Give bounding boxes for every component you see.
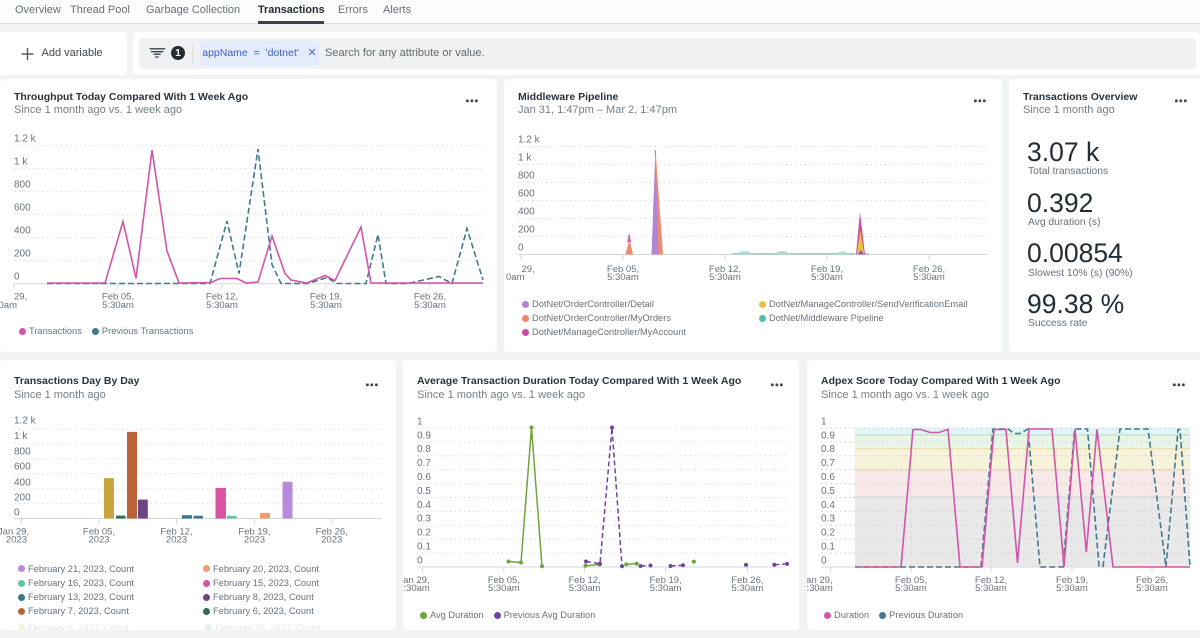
- svg-text:800: 800: [14, 447, 31, 458]
- svg-text:0: 0: [821, 555, 827, 566]
- svg-text:200: 200: [518, 224, 535, 235]
- svg-text:0am: 0am: [0, 300, 17, 311]
- svg-text:0.8: 0.8: [417, 444, 431, 455]
- svg-text:0.6: 0.6: [821, 472, 835, 483]
- svg-text:5:30am: 5:30am: [650, 583, 682, 594]
- svg-text:600: 600: [518, 188, 535, 199]
- svg-text:5:30am: 5:30am: [895, 583, 927, 594]
- svg-text:200: 200: [14, 493, 31, 504]
- svg-text:5:30am: 5:30am: [709, 272, 741, 283]
- svg-text:1 k: 1 k: [14, 156, 28, 167]
- svg-text:5:30am: 5:30am: [811, 272, 843, 283]
- svg-text:0.9: 0.9: [821, 430, 835, 441]
- svg-text:5:30am: 5:30am: [488, 583, 520, 594]
- svg-text:2023: 2023: [166, 535, 187, 546]
- svg-text:400: 400: [14, 225, 31, 236]
- svg-text:2023: 2023: [321, 535, 342, 546]
- svg-text:5:30am: 5:30am: [732, 583, 764, 594]
- svg-text:2023: 2023: [244, 535, 265, 546]
- svg-text:0.7: 0.7: [821, 458, 835, 469]
- svg-text:0.1: 0.1: [821, 542, 835, 553]
- svg-text:0: 0: [518, 242, 524, 253]
- svg-text:0.3: 0.3: [417, 514, 431, 525]
- svg-text:0.2: 0.2: [821, 528, 835, 539]
- svg-text:5:30am: 5:30am: [975, 583, 1007, 594]
- svg-text:0.7: 0.7: [417, 458, 431, 469]
- svg-text:1: 1: [417, 416, 423, 427]
- svg-text:0am: 0am: [506, 272, 525, 283]
- svg-text:5:30am: 5:30am: [310, 300, 342, 311]
- svg-text:800: 800: [518, 170, 535, 181]
- svg-text:5:30am: 5:30am: [102, 300, 134, 311]
- svg-text:5:30am: 5:30am: [1056, 583, 1088, 594]
- svg-text:5:30am: 5:30am: [607, 272, 639, 283]
- svg-text:0.1: 0.1: [417, 542, 431, 553]
- svg-text:600: 600: [14, 202, 31, 213]
- svg-text:0.4: 0.4: [821, 500, 835, 511]
- svg-text:0: 0: [14, 508, 20, 519]
- svg-text:5:30am: 5:30am: [569, 583, 601, 594]
- svg-text:1.2 k: 1.2 k: [14, 416, 37, 427]
- svg-text:1.2 k: 1.2 k: [518, 134, 541, 145]
- svg-text:0.5: 0.5: [821, 486, 835, 497]
- svg-text:5:30am: 5:30am: [403, 583, 430, 594]
- svg-text:1 k: 1 k: [518, 152, 532, 163]
- svg-text:2023: 2023: [88, 535, 109, 546]
- svg-text:0.3: 0.3: [821, 514, 835, 525]
- svg-text:400: 400: [14, 478, 31, 489]
- svg-text:0.2: 0.2: [417, 528, 431, 539]
- svg-text:0.8: 0.8: [821, 444, 835, 455]
- svg-text:5:30am: 5:30am: [206, 300, 238, 311]
- svg-text:5:30am: 5:30am: [1136, 583, 1168, 594]
- svg-text:0.6: 0.6: [417, 472, 431, 483]
- svg-text:0.5: 0.5: [417, 486, 431, 497]
- svg-text:1.2 k: 1.2 k: [14, 133, 37, 144]
- svg-text:0: 0: [417, 555, 423, 566]
- svg-text:0.9: 0.9: [417, 430, 431, 441]
- svg-text:400: 400: [518, 206, 535, 217]
- svg-text:600: 600: [14, 462, 31, 473]
- svg-text:1 k: 1 k: [14, 431, 28, 442]
- svg-text:5:30am: 5:30am: [414, 300, 446, 311]
- svg-text:800: 800: [14, 179, 31, 190]
- svg-text:2023: 2023: [6, 535, 27, 546]
- svg-text:5:30am: 5:30am: [807, 583, 833, 594]
- svg-text:5:30am: 5:30am: [913, 272, 945, 283]
- svg-text:200: 200: [14, 248, 31, 259]
- svg-text:0: 0: [14, 271, 20, 282]
- svg-text:0.4: 0.4: [417, 500, 431, 511]
- svg-text:1: 1: [821, 416, 827, 427]
